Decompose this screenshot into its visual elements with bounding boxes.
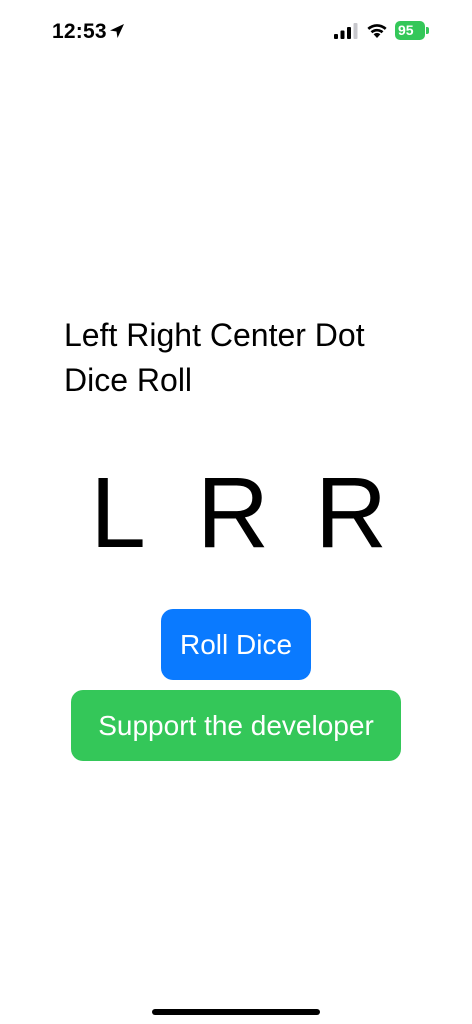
page-title: Left Right Center Dot Dice Roll bbox=[64, 317, 365, 398]
status-time: 12:53 bbox=[52, 20, 107, 43]
app-screen: 12:53 95 Left Right Center Dot Dice Roll… bbox=[0, 0, 472, 1024]
die-result-1: L bbox=[90, 457, 146, 569]
battery-cap bbox=[426, 27, 429, 34]
location-arrow-icon bbox=[110, 24, 124, 38]
wifi-icon bbox=[367, 24, 387, 38]
battery-icon: 95 bbox=[395, 21, 430, 40]
home-indicator[interactable] bbox=[152, 1009, 320, 1015]
status-bar: 12:53 95 bbox=[0, 0, 472, 60]
die-result-2: R bbox=[196, 457, 270, 569]
roll-dice-button[interactable]: Roll Dice bbox=[161, 609, 311, 680]
dice-results: L R R bbox=[0, 458, 472, 568]
support-developer-button[interactable]: Support the developer bbox=[71, 690, 401, 761]
cellular-signal-icon bbox=[334, 23, 358, 39]
die-result-3: R bbox=[314, 457, 388, 569]
battery-level: 95 bbox=[395, 21, 425, 40]
